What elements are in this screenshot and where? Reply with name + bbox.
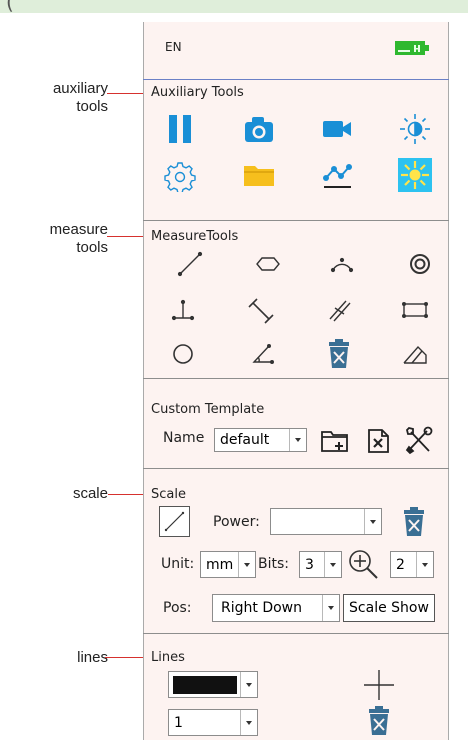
arc-tool-icon[interactable]: [325, 247, 359, 281]
separator-scale: [143, 468, 449, 469]
template-name-label: Name: [163, 430, 205, 446]
lines-title: Lines: [151, 650, 185, 665]
brightness-icon[interactable]: [398, 112, 432, 146]
template-tools-icon[interactable]: [403, 424, 437, 458]
pause-icon[interactable]: [163, 112, 197, 146]
chevron-down-icon: [240, 672, 257, 697]
line-width-select[interactable]: 1: [168, 709, 258, 736]
pos-label: Pos:: [163, 600, 192, 616]
language-label[interactable]: EN: [165, 40, 182, 54]
separator-template: [143, 378, 449, 379]
polyline-tool-icon[interactable]: [398, 337, 432, 371]
line-width-value: 1: [174, 714, 183, 731]
new-template-folder-icon[interactable]: [318, 424, 352, 458]
bits-label: Bits:: [258, 556, 289, 572]
bits-value: 3: [305, 556, 314, 573]
perpendicular-tool-icon[interactable]: [166, 293, 200, 327]
chevron-down-icon: [364, 509, 381, 534]
concentric-circle-icon[interactable]: [403, 247, 437, 281]
chevron-down-icon: [289, 429, 306, 451]
line-color-select[interactable]: [168, 671, 258, 698]
circle-tool-icon[interactable]: [166, 337, 200, 371]
top-band: (: [0, 0, 468, 13]
line-color-swatch: [173, 675, 237, 694]
light-toggle-icon[interactable]: [398, 158, 432, 192]
line-tool-icon[interactable]: [173, 247, 207, 281]
folder-icon[interactable]: [242, 158, 276, 192]
delete-measure-icon[interactable]: [322, 337, 356, 371]
measure-tools-title: MeasureTools: [151, 229, 239, 244]
top-band-text: (: [6, 0, 15, 13]
curve-nodes-icon[interactable]: [320, 158, 354, 192]
auxiliary-tools-title: Auxiliary Tools: [151, 85, 244, 100]
line-tool-icon: [164, 511, 185, 532]
callout-measure-tools: measure tools: [49, 221, 108, 256]
zoom-in-icon[interactable]: [346, 547, 380, 581]
chevron-down-icon: [322, 595, 339, 621]
settings-gear-icon[interactable]: [163, 158, 197, 192]
angle-tool-icon[interactable]: [245, 337, 279, 371]
parallel-lines-icon[interactable]: [322, 293, 356, 327]
add-line-icon[interactable]: [362, 668, 396, 702]
pos-value: Right Down: [221, 600, 302, 616]
chevron-down-icon: [240, 710, 257, 735]
rectangle-tool-icon[interactable]: [398, 293, 432, 327]
callout-lines: lines: [77, 649, 108, 666]
bits-select[interactable]: 3: [299, 551, 342, 578]
chevron-down-icon: [416, 552, 433, 577]
power-label: Power:: [213, 514, 260, 530]
battery-icon: [395, 39, 429, 61]
power-select[interactable]: [270, 508, 382, 535]
pos-select[interactable]: Right Down: [212, 594, 340, 622]
polygon-tool-icon[interactable]: [251, 247, 285, 281]
scale-title: Scale: [151, 487, 186, 502]
zoom-select[interactable]: 2: [390, 551, 434, 578]
template-name-value: default: [220, 432, 270, 448]
unit-select[interactable]: mm: [200, 551, 256, 578]
separator-measure: [143, 220, 449, 221]
delete-template-icon[interactable]: [361, 424, 395, 458]
chevron-down-icon: [238, 552, 255, 577]
unit-value: mm: [206, 556, 234, 573]
zoom-value: 2: [396, 556, 405, 573]
callout-scale: scale: [72, 485, 108, 502]
unit-label: Unit:: [161, 556, 195, 572]
template-name-select[interactable]: default: [214, 428, 307, 452]
video-camera-icon[interactable]: [320, 112, 354, 146]
chevron-down-icon: [324, 552, 341, 577]
delete-line-icon[interactable]: [362, 704, 396, 738]
delete-scale-icon[interactable]: [397, 505, 431, 539]
distance-tool-icon[interactable]: [245, 293, 279, 327]
custom-template-title: Custom Template: [151, 402, 265, 417]
camera-icon[interactable]: [242, 112, 276, 146]
separator-lines: [143, 633, 449, 634]
scale-line-button[interactable]: [159, 506, 190, 537]
separator-auxiliary: [143, 79, 449, 80]
callout-auxiliary-tools: auxiliary tools: [52, 80, 108, 115]
scale-show-button[interactable]: Scale Show: [343, 594, 435, 622]
